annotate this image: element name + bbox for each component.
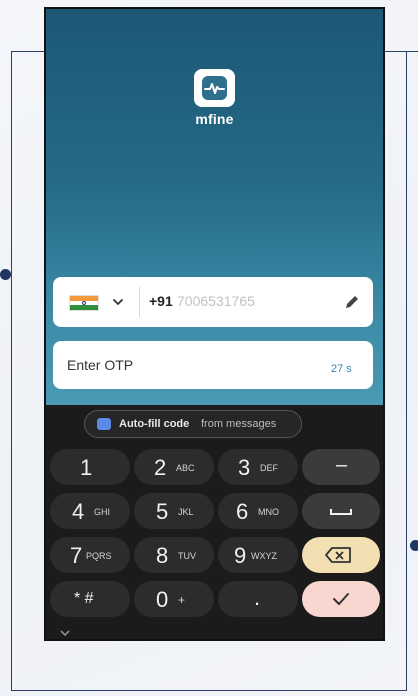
backspace-key[interactable]	[302, 537, 380, 573]
key-9[interactable]: 9 WXYZ	[218, 537, 298, 573]
frame-line	[11, 690, 407, 691]
app-name: mfine	[195, 111, 234, 127]
frame-line	[406, 51, 407, 691]
otp-field[interactable]: Enter OTP 27 s	[53, 341, 373, 389]
phone-screen: mfine +91 7006531765 Enter OTP 27 s Auto…	[44, 7, 385, 641]
space-icon	[302, 493, 380, 529]
frame-line	[11, 51, 47, 52]
key-8[interactable]: 8 TUV	[134, 537, 214, 573]
space-key[interactable]	[302, 493, 380, 529]
key-minus[interactable]: –	[302, 449, 380, 485]
key-6[interactable]: 6 MNO	[218, 493, 298, 529]
autofill-primary: Auto-fill code	[119, 418, 190, 430]
login-screen: mfine +91 7006531765 Enter OTP 27 s	[46, 9, 383, 405]
phone-number[interactable]: 7006531765	[177, 293, 255, 309]
india-flag-icon[interactable]	[69, 295, 99, 311]
key-2[interactable]: 2 ABC	[134, 449, 214, 485]
key-0[interactable]: 0 +	[134, 581, 214, 617]
key-1[interactable]: 1	[50, 449, 130, 485]
frame-line	[11, 51, 12, 691]
mfine-logo-icon	[194, 69, 235, 107]
autofill-chip[interactable]: Auto-fill code from messages	[84, 410, 302, 438]
chevron-down-icon[interactable]	[111, 295, 125, 309]
otp-placeholder[interactable]: Enter OTP	[67, 357, 133, 373]
key-period[interactable]: .	[218, 581, 298, 617]
pencil-icon[interactable]	[343, 293, 361, 311]
backspace-icon	[302, 537, 380, 573]
country-code: +91	[149, 293, 173, 309]
key-7[interactable]: 7 PQRS	[50, 537, 130, 573]
frame-line	[384, 51, 418, 52]
autofill-secondary: from messages	[201, 418, 277, 430]
check-icon	[302, 581, 380, 617]
key-5[interactable]: 5 JKL	[134, 493, 214, 529]
key-3[interactable]: 3 DEF	[218, 449, 298, 485]
enter-key[interactable]	[302, 581, 380, 617]
chevron-down-icon[interactable]	[60, 629, 70, 639]
otp-timer: 27 s	[331, 363, 352, 375]
key-star-hash[interactable]: * #	[50, 581, 130, 617]
decor-dot	[0, 269, 11, 280]
phone-number-field[interactable]: +91 7006531765	[53, 277, 373, 327]
key-4[interactable]: 4 GHI	[50, 493, 130, 529]
chat-bubble-icon	[97, 418, 111, 430]
numeric-keyboard: Auto-fill code from messages 1 2 ABC 3 D…	[46, 405, 383, 639]
decor-dot	[410, 540, 418, 551]
field-divider	[139, 287, 140, 317]
